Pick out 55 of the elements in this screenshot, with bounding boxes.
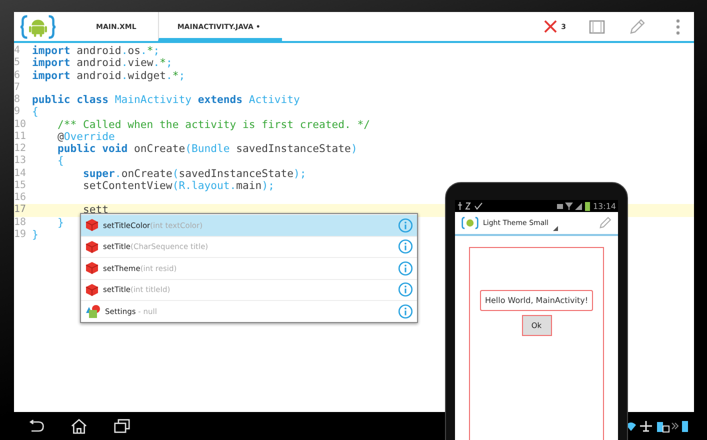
- cube-icon: [85, 218, 99, 232]
- info-icon[interactable]: [398, 304, 413, 319]
- line-number: 16: [14, 192, 28, 204]
- line-number: 5: [14, 57, 22, 70]
- line-number: 8: [14, 94, 22, 106]
- code-line: {: [32, 106, 38, 119]
- cube-icon: [85, 282, 99, 297]
- code-line: import android.widget.*;: [32, 70, 186, 82]
- back-icon[interactable]: [27, 418, 45, 434]
- code-line: {: [56, 155, 64, 168]
- line-number: 15: [14, 180, 28, 192]
- code-line: public void onCreate(Bundle savedInstanceState): [56, 143, 358, 156]
- line-number: 7: [14, 82, 22, 94]
- code-line: setContentView(R.layout.main);: [82, 180, 274, 192]
- clock: 13:14: [592, 202, 616, 210]
- dropdown-corner-icon: [552, 226, 558, 231]
- code-line: @Override: [56, 130, 115, 143]
- line-number: 6: [14, 70, 22, 82]
- shapes-icon: [85, 304, 101, 318]
- line-number: 12: [14, 143, 28, 156]
- code-line: sett: [82, 204, 109, 217]
- text-view: Hello World, MainActivity!: [480, 290, 594, 311]
- signal-icons-drawing: [556, 201, 591, 211]
- info-icon[interactable]: [398, 239, 413, 254]
- code-line: /** Called when the activity is first created. */: [56, 118, 370, 131]
- status-icons-drawing: [625, 419, 689, 433]
- code-line: import android.os.*;: [32, 45, 160, 58]
- code-line: import android.view.*;: [32, 57, 172, 70]
- recent-apps-icon[interactable]: [113, 418, 131, 434]
- code-line: super.onCreate(savedInstanceState);: [82, 168, 306, 180]
- cube-icon: [85, 240, 99, 254]
- info-icon[interactable]: [398, 260, 413, 276]
- info-icon[interactable]: [398, 282, 413, 298]
- error-icon[interactable]: [544, 20, 558, 33]
- cube-icon: [85, 261, 99, 276]
- android-logo-icon: [20, 12, 56, 40]
- pencil-icon[interactable]: [628, 18, 646, 36]
- home-icon[interactable]: [70, 418, 88, 434]
- code-line: }: [56, 216, 64, 229]
- line-number: 11: [14, 130, 28, 144]
- device-preview-icon[interactable]: [588, 18, 606, 34]
- pencil-icon[interactable]: [598, 216, 612, 230]
- line-number: 13: [14, 155, 28, 168]
- line-number: 17: [14, 204, 28, 217]
- line-number: 19: [14, 228, 28, 242]
- line-number: 9: [14, 106, 22, 119]
- code-line: public class MainActivity extends Activity: [32, 94, 300, 106]
- code-line: }: [32, 228, 38, 242]
- line-number: 4: [14, 45, 22, 58]
- line-number: 18: [14, 216, 28, 229]
- app-logo-icon: [461, 216, 479, 230]
- info-icon[interactable]: [398, 218, 413, 233]
- line-number: 10: [14, 118, 28, 131]
- line-number: 14: [14, 168, 28, 180]
- overflow-menu-icon[interactable]: [676, 18, 680, 34]
